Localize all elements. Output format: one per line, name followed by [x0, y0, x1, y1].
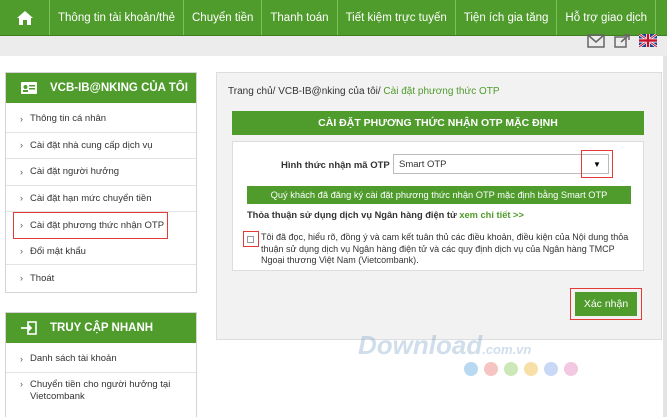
chevron-right-icon: › — [20, 353, 23, 364]
dot-icon — [544, 362, 558, 376]
terms-row: Thỏa thuận sử dụng dịch vụ Ngân hàng điệ… — [247, 210, 524, 220]
breadcrumb-current: Cài đặt phương thức OTP — [380, 86, 500, 97]
breadcrumb-my-vcb[interactable]: VCB-IB@nking của tôi/ — [275, 86, 380, 97]
sidebar-quick-title: TRUY CẬP NHANH — [50, 322, 154, 334]
sidebar-my-title: VCB-IB@NKING CỦA TÔI — [50, 82, 188, 94]
agree-checkbox[interactable] — [243, 231, 259, 247]
breadcrumb: Trang chủ/ VCB-IB@nking của tôi/ Cài đặt… — [228, 86, 500, 97]
dot-icon — [564, 362, 578, 376]
chevron-right-icon: › — [20, 273, 23, 284]
home-button[interactable] — [0, 0, 50, 35]
watermark: Download.com.vn — [358, 330, 531, 361]
breadcrumb-home[interactable]: Trang chủ/ — [228, 86, 275, 97]
sidebar-item-account-list[interactable]: › Danh sách tài khoản — [6, 346, 196, 373]
sidebar-item-beneficiary-settings[interactable]: › Cài đặt người hưởng — [6, 159, 196, 186]
otp-method-value: Smart OTP — [399, 158, 447, 170]
sidebar-item-label: Chuyển tiền cho người hưởng tại Vietcomb… — [30, 378, 171, 402]
nav-payment[interactable]: Thanh toán — [262, 0, 338, 35]
sidebar-item-label: Đổi mật khẩu — [30, 245, 86, 257]
otp-notice: Quý khách đã đăng ký cài đặt phương thức… — [247, 186, 631, 204]
chevron-right-icon: › — [20, 246, 23, 257]
sidebar-item-provider-settings[interactable]: › Cài đặt nhà cung cấp dịch vụ — [6, 133, 196, 159]
sidebar-my-header: VCB-IB@NKING CỦA TÔI — [6, 73, 196, 103]
sidebar-item-otp-settings[interactable]: › Cài đặt phương thức nhận OTP — [13, 212, 168, 239]
login-icon — [21, 321, 37, 335]
util-icons — [587, 32, 658, 49]
dot-icon — [504, 362, 518, 376]
sidebar-item-limit-settings[interactable]: › Cài đặt hạn mức chuyển tiền — [6, 186, 196, 212]
sidebar-item-change-password[interactable]: › Đổi mật khẩu — [6, 239, 196, 265]
sidebar-item-label: Cài đặt hạn mức chuyển tiền — [30, 192, 152, 204]
agree-text: Tôi đã đọc, hiểu rõ, đồng ý và cam kết t… — [261, 232, 629, 265]
watermark-suffix: .com.vn — [482, 342, 532, 357]
sidebar-my-vcb: VCB-IB@NKING CỦA TÔI › Thông tin cá nhân … — [5, 72, 197, 293]
chevron-right-icon: › — [20, 166, 23, 177]
checkbox-box — [247, 236, 254, 243]
sidebar-item-label: Cài đặt nhà cung cấp dịch vụ — [30, 139, 153, 151]
top-nav: Thông tin tài khoản/thẻ Chuyển tiền Than… — [0, 0, 667, 36]
otp-method-label: Hình thức nhận mã OTP — [281, 160, 390, 171]
share-icon[interactable] — [613, 34, 631, 48]
util-bar — [0, 36, 667, 56]
sidebar-item-label: Danh sách tài khoản — [30, 353, 117, 365]
id-card-icon — [21, 82, 37, 94]
sidebar-item-label: Cài đặt phương thức nhận OTP — [30, 219, 165, 231]
mail-icon[interactable] — [587, 34, 605, 48]
dot-icon — [524, 362, 538, 376]
sidebar-item-label: Thoát — [30, 272, 55, 284]
select-dropdown-button[interactable]: ▼ — [581, 150, 613, 178]
sidebar-item-logout[interactable]: › Thoát — [6, 265, 196, 292]
nav-support[interactable]: Hỗ trợ giao dịch — [557, 0, 657, 35]
page-scrollbar[interactable] — [663, 56, 667, 417]
chevron-right-icon: › — [20, 113, 23, 124]
sidebar-quick-access: TRUY CẬP NHANH › Danh sách tài khoản › Chu… — [5, 312, 197, 417]
chevron-right-icon: › — [20, 193, 23, 204]
sidebar-item-personal-info[interactable]: › Thông tin cá nhân — [6, 106, 196, 133]
otp-form: Hình thức nhận mã OTP Smart OTP ▼ Quý kh… — [232, 141, 644, 271]
watermark-dots — [464, 362, 578, 376]
sidebar-item-label: Cài đặt người hưởng — [30, 166, 120, 178]
nav-value-added[interactable]: Tiện ích gia tăng — [456, 0, 558, 35]
sidebar-item-transfer-vcb[interactable]: › Chuyển tiền cho người hưởng tại Vietcom… — [6, 373, 196, 409]
terms-label: Thỏa thuận sử dụng dịch vụ Ngân hàng điệ… — [247, 210, 460, 220]
uk-flag-icon[interactable] — [638, 32, 658, 49]
triangle-down-icon: ▼ — [593, 159, 601, 169]
nav-transfer[interactable]: Chuyển tiền — [184, 0, 263, 35]
chevron-right-icon: › — [20, 220, 23, 231]
nav-account-card[interactable]: Thông tin tài khoản/thẻ — [50, 0, 184, 35]
page-title: CÀI ĐẶT PHƯƠNG THỨC NHẬN OTP MẶC ĐỊNH — [232, 111, 644, 135]
watermark-brand: Download — [358, 330, 483, 360]
confirm-button-highlight: Xác nhận — [570, 288, 642, 320]
home-icon — [16, 10, 33, 25]
chevron-right-icon: › — [20, 378, 23, 389]
sidebar-item-label: Thông tin cá nhân — [30, 113, 107, 125]
sidebar-quick-header: TRUY CẬP NHANH — [6, 313, 196, 343]
terms-link[interactable]: xem chi tiết >> — [459, 210, 524, 220]
main-panel: Trang chủ/ VCB-IB@nking của tôi/ Cài đặt… — [216, 72, 662, 340]
dot-icon — [464, 362, 478, 376]
chevron-right-icon: › — [20, 140, 23, 151]
dot-icon — [484, 362, 498, 376]
nav-online-savings[interactable]: Tiết kiệm trực tuyến — [338, 0, 456, 35]
confirm-button[interactable]: Xác nhận — [575, 292, 637, 316]
otp-method-select[interactable]: Smart OTP — [393, 154, 609, 174]
